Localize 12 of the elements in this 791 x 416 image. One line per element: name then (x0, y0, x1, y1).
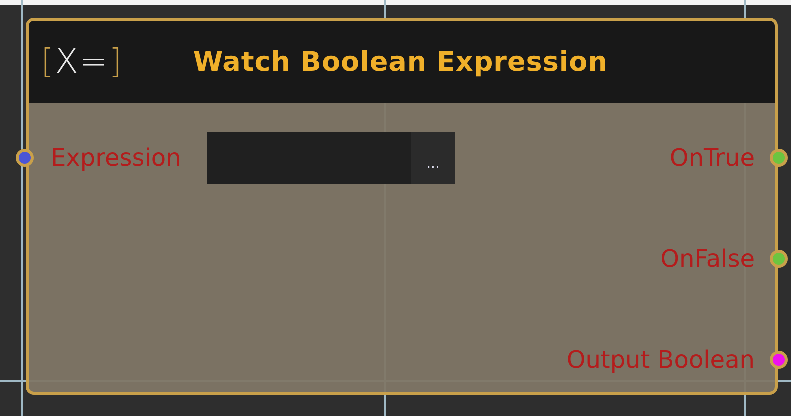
browse-button[interactable]: ... (411, 132, 456, 184)
port-label: OnTrue (670, 144, 755, 172)
port-label: Output Boolean (566, 346, 755, 374)
node-title: Watch Boolean Expression (193, 46, 608, 78)
input-port[interactable] (16, 149, 34, 167)
output-port[interactable] (770, 351, 788, 369)
node-icon-text: [X=] (41, 42, 124, 82)
expression-field[interactable]: ... (207, 132, 456, 184)
output-port[interactable] (770, 250, 788, 268)
port-label: Expression (51, 144, 182, 172)
output-port[interactable] (770, 149, 788, 167)
port-label: OnFalse (660, 245, 755, 273)
